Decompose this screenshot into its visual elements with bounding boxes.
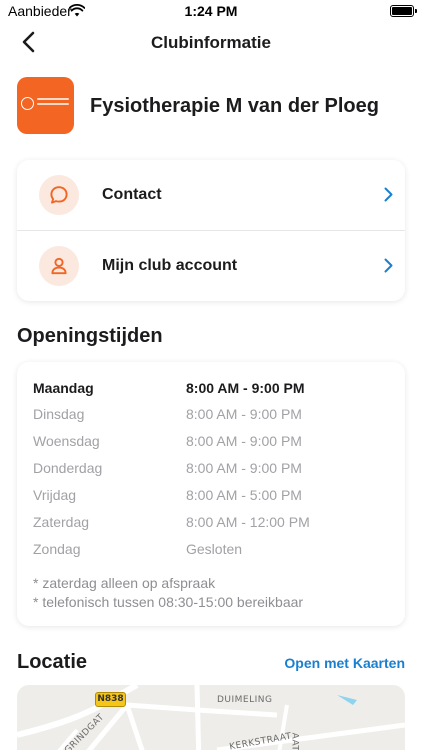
hours-value: 8:00 AM - 9:00 PM — [186, 460, 302, 476]
contact-row[interactable]: Contact — [17, 160, 405, 230]
location-title: Locatie — [17, 651, 88, 673]
location-map[interactable]: N838 GRINDGAT DUIMELING KERKSTRAAT AAT — [17, 685, 405, 750]
hours-row: Maandag 8:00 AM - 9:00 PM — [33, 380, 393, 400]
hours-row: Woensdag 8:00 AM - 9:00 PM — [33, 433, 393, 453]
hours-value: 8:00 AM - 12:00 PM — [186, 514, 310, 530]
club-account-label: Mijn club account — [102, 257, 238, 274]
hours-note: * telefonisch tussen 08:30-15:00 bereikb… — [33, 594, 304, 610]
clock: 1:24 PM — [184, 3, 238, 19]
person-icon — [39, 246, 79, 286]
hours-row: Dinsdag 8:00 AM - 9:00 PM — [33, 406, 393, 426]
hours-row: Donderdag 8:00 AM - 9:00 PM — [33, 460, 393, 480]
day-label: Maandag — [33, 380, 94, 396]
day-label: Vrijdag — [33, 487, 77, 503]
club-header: Fysiotherapie M van der Ploeg — [17, 77, 407, 135]
day-label: Donderdag — [33, 460, 103, 476]
hours-row: Zaterdag 8:00 AM - 12:00 PM — [33, 514, 393, 534]
street-label: DUIMELING — [217, 695, 273, 705]
chat-bubble-icon — [39, 175, 79, 215]
club-account-row[interactable]: Mijn club account — [17, 231, 405, 301]
chevron-right-icon — [384, 258, 393, 273]
route-shield: N838 — [95, 692, 126, 707]
hours-note: * zaterdag alleen op afspraak — [33, 575, 216, 591]
club-name: Fysiotherapie M van der Ploeg — [90, 95, 379, 117]
chevron-right-icon — [384, 187, 393, 202]
hours-row: Zondag Gesloten — [33, 541, 393, 561]
hours-value: 8:00 AM - 9:00 PM — [186, 433, 302, 449]
hours-value: Gesloten — [186, 541, 243, 557]
opening-hours-title: Openingstijden — [17, 325, 163, 347]
navigation-bar: Clubinformatie — [0, 28, 422, 56]
contact-label: Contact — [102, 186, 162, 203]
street-label: AAT — [289, 732, 300, 750]
club-menu-card: Contact Mijn club account — [17, 160, 405, 301]
opening-hours-card: Maandag 8:00 AM - 9:00 PM Dinsdag 8:00 A… — [17, 362, 405, 626]
day-label: Woensdag — [33, 433, 100, 449]
open-in-maps-link[interactable]: Open met Kaarten — [284, 655, 405, 671]
hours-value: 8:00 AM - 5:00 PM — [186, 487, 302, 503]
day-label: Zondag — [33, 541, 81, 557]
page-title: Clubinformatie — [151, 33, 271, 52]
hours-row: Vrijdag 8:00 AM - 5:00 PM — [33, 487, 393, 507]
hours-value: 8:00 AM - 9:00 PM — [186, 406, 302, 422]
status-bar: Aanbieder 1:24 PM — [0, 0, 422, 22]
hours-value: 8:00 AM - 9:00 PM — [186, 380, 305, 396]
club-logo — [17, 77, 74, 134]
day-label: Dinsdag — [33, 406, 85, 422]
battery-icon — [390, 5, 417, 17]
day-label: Zaterdag — [33, 514, 90, 530]
